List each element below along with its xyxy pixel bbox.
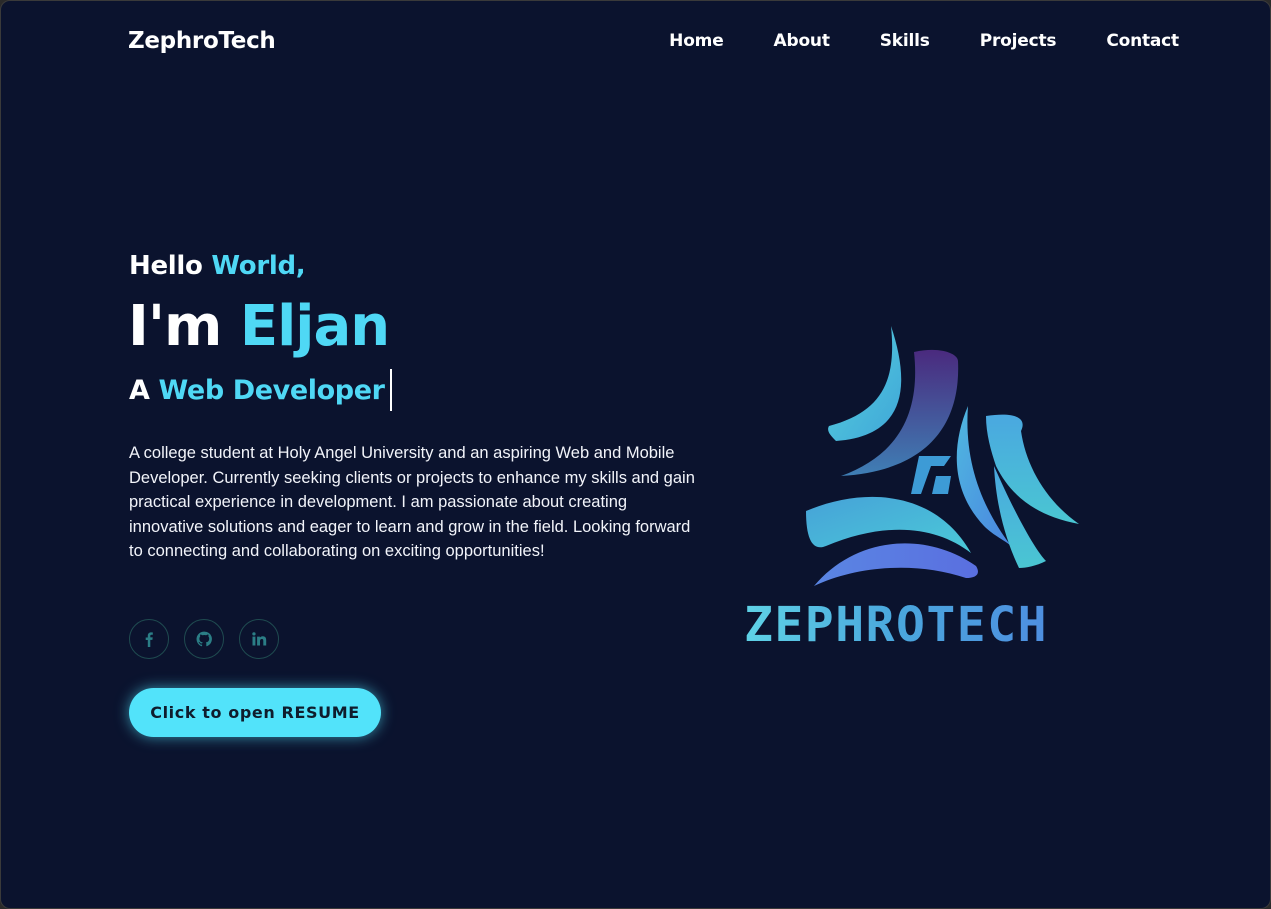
github-icon <box>196 631 212 647</box>
nav-projects[interactable]: Projects <box>980 31 1057 51</box>
hello-prefix: Hello <box>129 251 212 281</box>
name-accent: Eljan <box>239 294 390 359</box>
nav-skills[interactable]: Skills <box>880 31 930 51</box>
name-heading: I'm Eljan <box>128 293 390 361</box>
facebook-link[interactable] <box>129 619 169 659</box>
main-nav: Home About Skills Projects Contact <box>619 31 1179 51</box>
role-prefix: A <box>129 374 159 406</box>
hello-heading: Hello World, <box>129 251 306 281</box>
bio-paragraph: A college student at Holy Angel Universi… <box>129 444 695 561</box>
role-text: Web Developer <box>158 374 385 406</box>
brand-logo-text[interactable]: ZephroTech <box>128 28 276 54</box>
linkedin-icon <box>252 632 267 646</box>
nav-home[interactable]: Home <box>669 31 724 51</box>
typing-cursor <box>389 369 392 411</box>
open-resume-button[interactable]: Click to open RESUME <box>129 688 381 737</box>
linkedin-link[interactable] <box>239 619 279 659</box>
social-links <box>129 619 279 659</box>
nav-contact[interactable]: Contact <box>1106 31 1179 51</box>
page-frame: ZephroTech Home About Skills Projects Co… <box>0 0 1271 909</box>
role-heading: A Web Developer <box>129 369 392 411</box>
github-link[interactable] <box>184 619 224 659</box>
nav-about[interactable]: About <box>774 31 830 51</box>
im-prefix: I'm <box>128 294 240 359</box>
facebook-icon <box>145 632 153 647</box>
hello-accent: World, <box>211 251 306 281</box>
logo-wordmark: ZEPHROTECH <box>744 597 1048 653</box>
